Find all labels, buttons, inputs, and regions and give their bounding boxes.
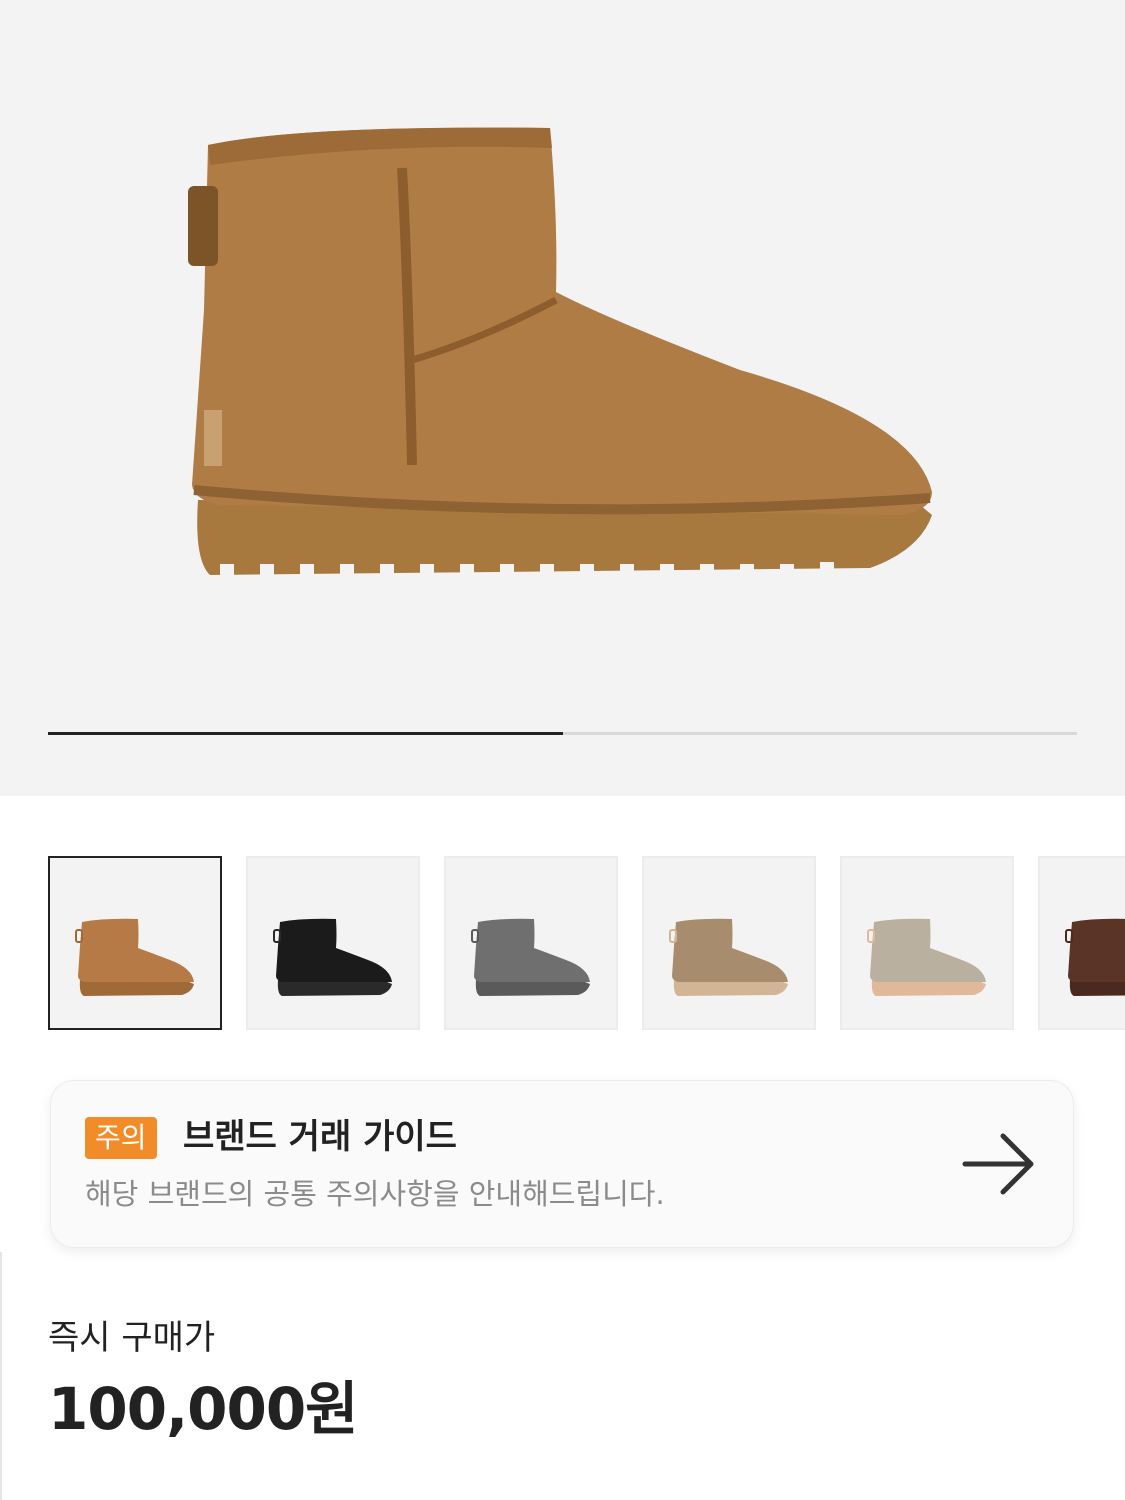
boot-thumbnail-icon: [75, 918, 194, 996]
boot-thumbnail-icon: [1065, 918, 1125, 996]
ankle-boot-image: [188, 127, 932, 576]
warning-badge: 주의: [85, 1117, 157, 1159]
instant-buy-label: 즉시 구매가: [48, 1318, 216, 1358]
instant-buy-price: 100,000원: [48, 1375, 359, 1443]
arrow-right-icon[interactable]: [961, 1131, 1037, 1197]
brand-guide-card[interactable]: 주의 브랜드 거래 가이드 해당 브랜드의 공통 주의사항을 안내해드립니다.: [50, 1080, 1074, 1248]
color-thumbnails[interactable]: [48, 856, 1125, 1030]
thumbnail-grey[interactable]: [444, 856, 618, 1030]
thumbnail-sand[interactable]: [642, 856, 816, 1030]
boot-thumbnail-icon: [273, 918, 392, 996]
gallery-progress-track: [48, 732, 1077, 735]
gallery-progress-fill: [48, 732, 563, 735]
guide-subtitle: 해당 브랜드의 공통 주의사항을 안내해드립니다.: [85, 1177, 665, 1211]
section-divider: [0, 1252, 2, 1500]
boot-thumbnail-icon: [471, 918, 590, 996]
boot-thumbnail-icon: [669, 918, 788, 996]
thumbnail-black[interactable]: [246, 856, 420, 1030]
boot-thumbnail-icon: [867, 918, 986, 996]
thumbnail-brown[interactable]: [1038, 856, 1125, 1030]
guide-title: 브랜드 거래 가이드: [183, 1117, 457, 1157]
thumbnail-chestnut[interactable]: [48, 856, 222, 1030]
thumbnail-goat[interactable]: [840, 856, 1014, 1030]
product-image-gallery[interactable]: [0, 0, 1125, 796]
